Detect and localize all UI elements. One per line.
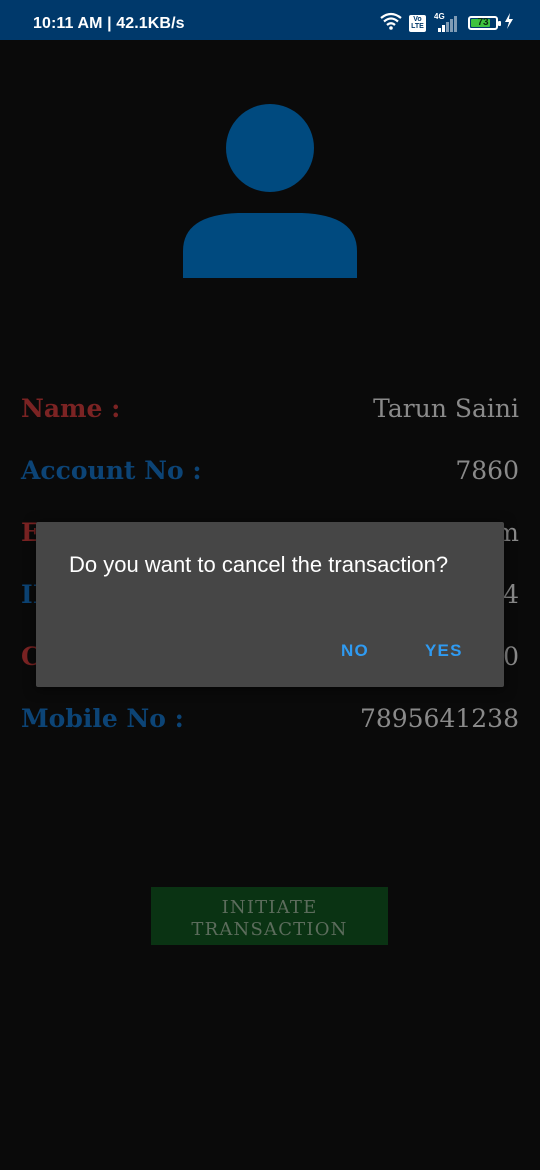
account-label: Account No : [21, 456, 202, 485]
volte-bottom-label: LTE [411, 23, 424, 30]
initiate-transaction-button[interactable]: INITIATE TRANSACTION [151, 887, 388, 945]
dialog-message: Do you want to cancel the transaction? [69, 552, 449, 577]
mobile-label: Mobile No : [21, 704, 184, 733]
charging-icon [504, 12, 514, 34]
cancel-transaction-dialog: Do you want to cancel the transaction? N… [36, 522, 504, 687]
volte-top-label: Vo [413, 16, 422, 23]
battery-icon: 73 [468, 16, 501, 30]
name-value: Tarun Saini [373, 394, 519, 423]
initiate-line1: INITIATE [221, 896, 318, 918]
status-bar: 10:11 AM | 42.1KB/s Vo LTE 4G 73 [0, 0, 540, 40]
network-type-label: 4G [434, 11, 445, 21]
detail-row-name: Name : Tarun Saini [21, 394, 519, 434]
volte-icon: Vo LTE [409, 14, 426, 32]
signal-icon: 4G [432, 11, 458, 32]
status-time-speed: 10:11 AM | 42.1KB/s [33, 15, 185, 32]
dialog-yes-button[interactable]: YES [419, 637, 469, 665]
c-value: 0 [503, 642, 519, 671]
id-value: 4 [503, 580, 519, 609]
detail-row-account: Account No : 7860 [21, 456, 519, 496]
status-icons: Vo LTE 4G 73 [379, 11, 514, 35]
avatar [182, 103, 358, 279]
dialog-no-button[interactable]: NO [335, 637, 375, 665]
mobile-value: 7895641238 [359, 704, 519, 733]
account-value: 7860 [455, 456, 519, 485]
person-icon [183, 104, 357, 278]
detail-row-mobile: Mobile No : 7895641238 [21, 704, 519, 744]
initiate-line2: TRANSACTION [191, 918, 348, 940]
battery-percent: 73 [477, 17, 489, 28]
name-label: Name : [21, 394, 121, 423]
wifi-icon [379, 12, 403, 35]
